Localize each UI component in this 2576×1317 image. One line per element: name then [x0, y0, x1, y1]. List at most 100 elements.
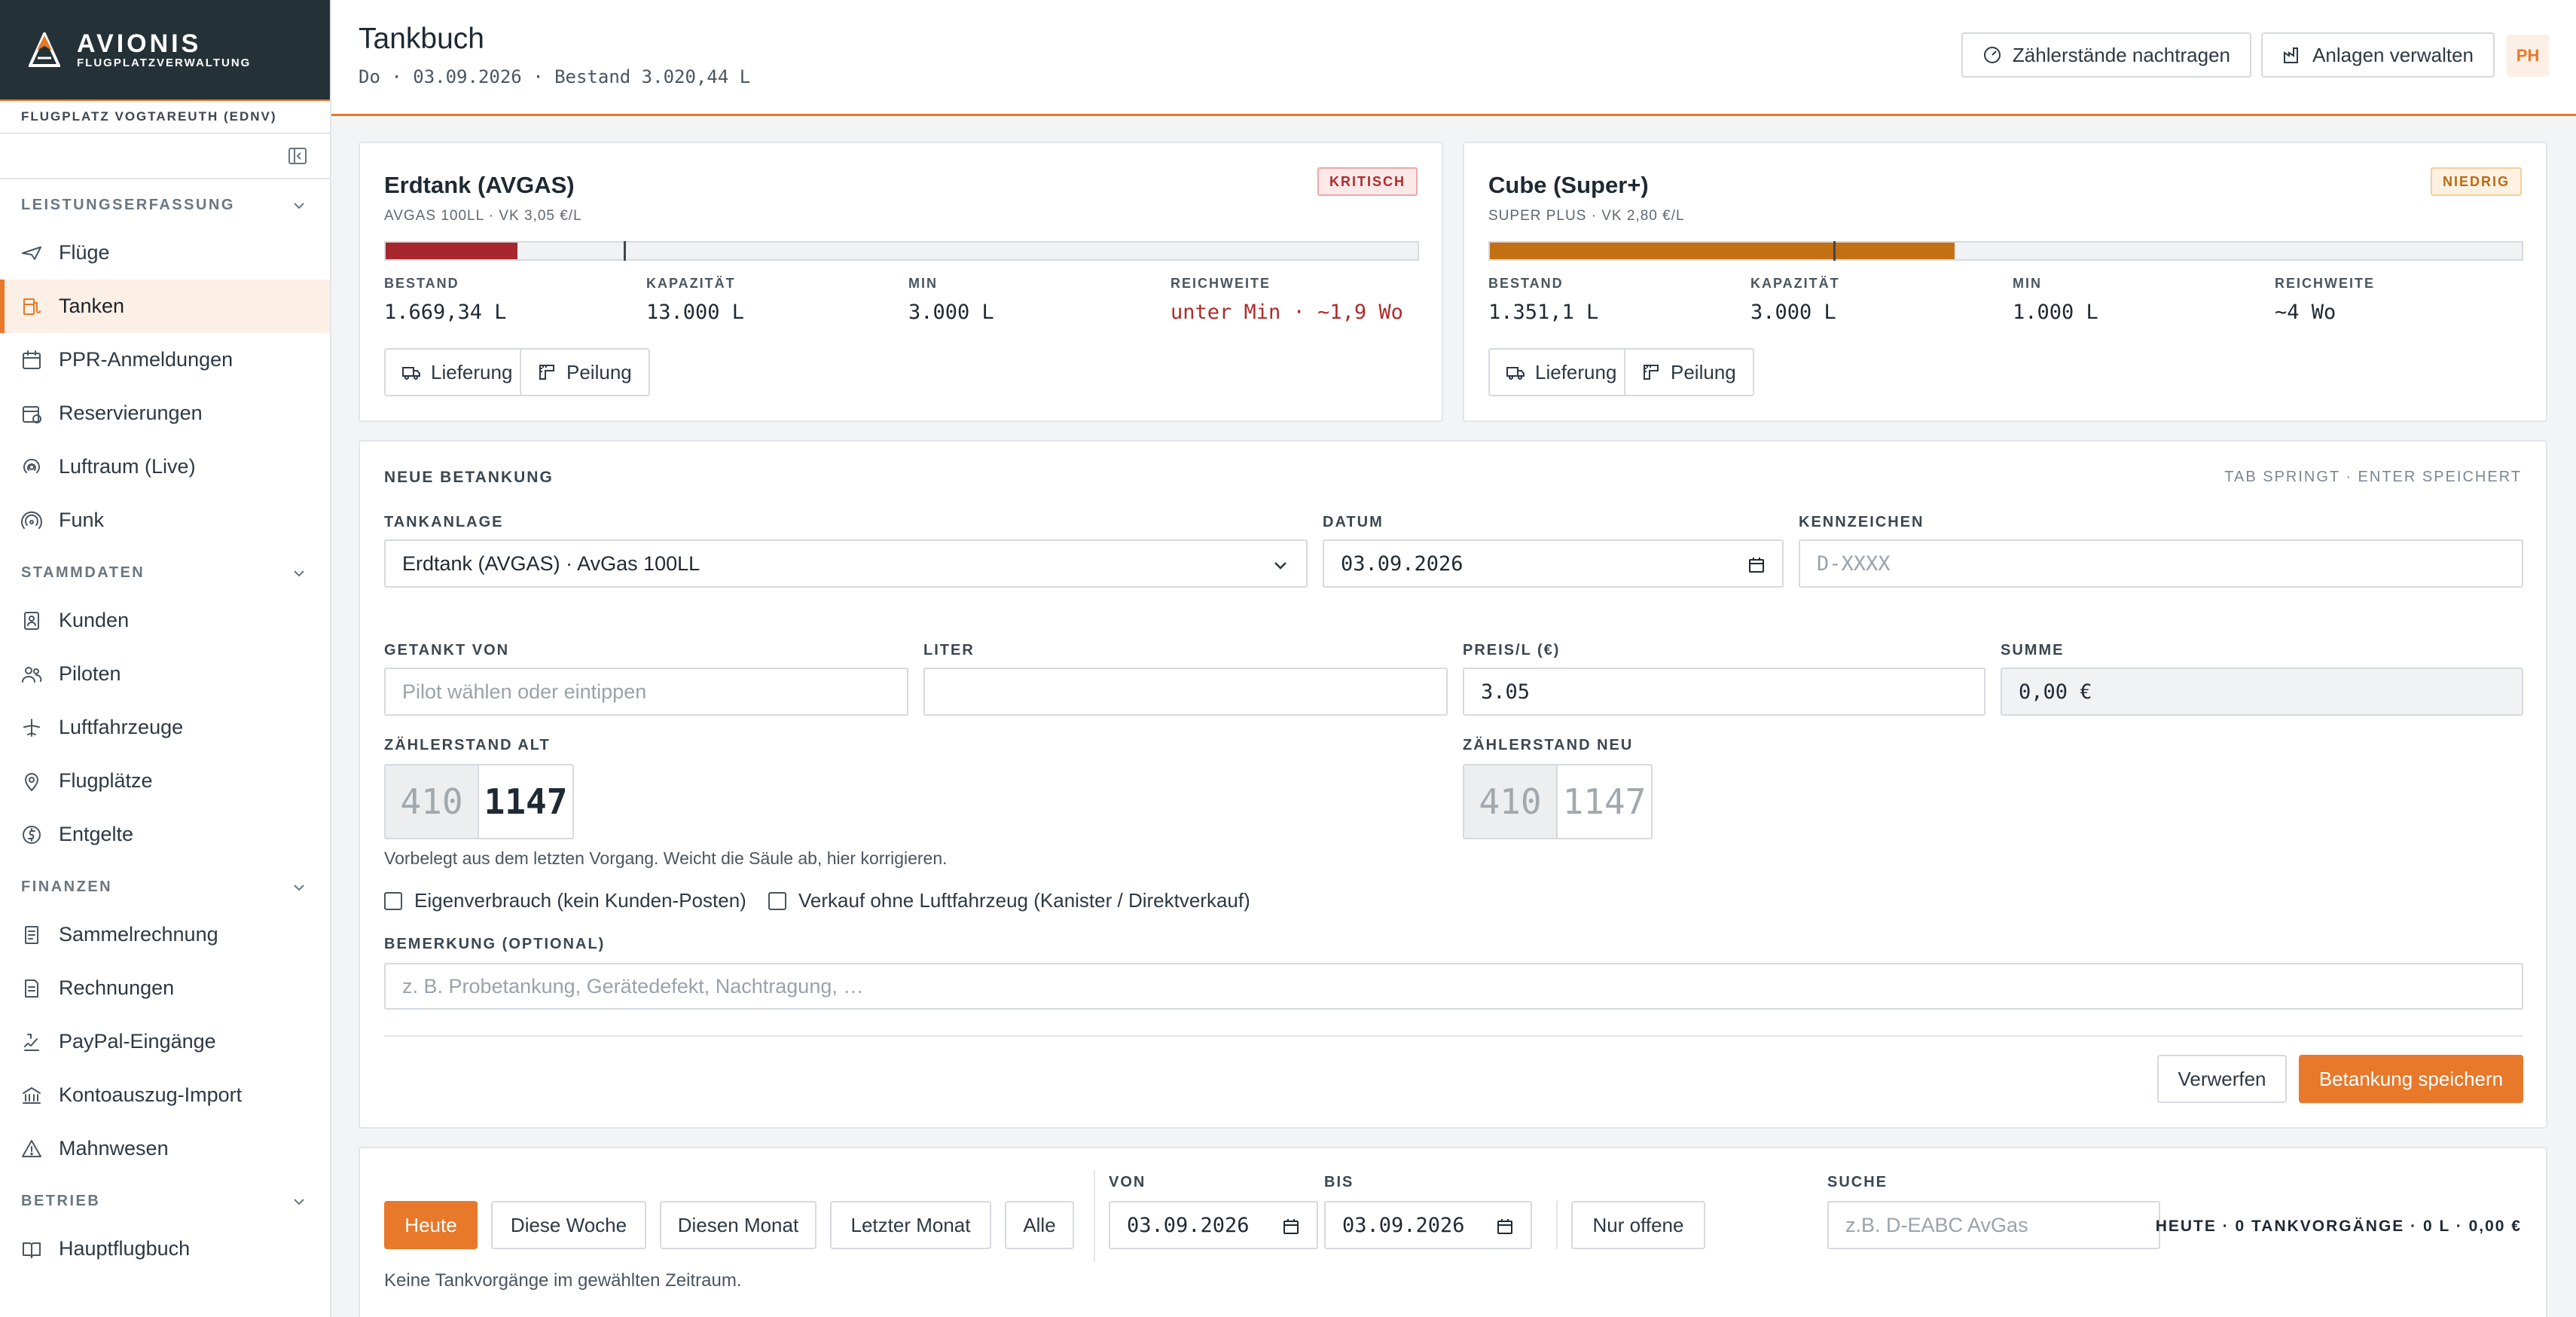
calendar-icon [23, 350, 41, 369]
sidebar-item-piloten[interactable]: Piloten [0, 647, 330, 701]
calendar-icon[interactable] [1496, 1218, 1514, 1236]
discard-button[interactable]: Verwerfen [2157, 1055, 2287, 1103]
sidebar-item-funk[interactable]: Funk [0, 493, 330, 547]
liters-input[interactable] [923, 668, 1448, 716]
tank-stat-value: ~4 Wo [2275, 301, 2336, 324]
sidebar-item-label: Luftraum (Live) [59, 455, 196, 478]
plant-select[interactable]: Erdtank (AVGAS) · AvGas 100LL [384, 539, 1308, 588]
sidebar-item-rechnungen[interactable]: Rechnungen [0, 961, 330, 1015]
to-date-input[interactable]: 03.09.2026 [1324, 1201, 1532, 1249]
section-betrieb[interactable]: BETRIEB [0, 1175, 330, 1222]
sidebar-item-tanken[interactable]: Tanken [0, 280, 330, 333]
from-date-value: 03.09.2026 [1127, 1213, 1250, 1237]
counter-old-label: ZÄHLERSTAND ALT [384, 737, 551, 753]
brand[interactable]: AVIONIS FLUGPLATZVERWALTUNG [0, 0, 330, 99]
sidebar-item-ppr-anmeldungen[interactable]: PPR-Anmeldungen [0, 333, 330, 387]
counter-old-prefix: 410 [386, 765, 479, 838]
brand-tagline: FLUGPLATZVERWALTUNG [77, 57, 252, 69]
counter-new-prefix: 410 [1464, 765, 1558, 838]
delivery-label: Lieferung [1535, 360, 1617, 383]
delivery-button[interactable]: Lieferung [1488, 348, 1635, 396]
manage-plants-label: Anlagen verwalten [2312, 43, 2474, 66]
sidebar-item-entgelte[interactable]: Entgelte [0, 808, 330, 861]
tank-meta: AVGAS 100LL · VK 3,05 €/L [384, 208, 582, 224]
sidebar-item-flugplatze[interactable]: Flugplätze [0, 754, 330, 808]
tank-stat-range: REICHWEITE ~4 Wo [2275, 276, 2375, 324]
sidebar-item-sammelrechnung[interactable]: Sammelrechnung [0, 908, 330, 961]
direct-sale-checkbox[interactable]: Verkauf ohne Luftfahrzeug (Kanister / Di… [768, 889, 1250, 912]
section-leistungserfassung[interactable]: LEISTUNGSERFASSUNG [0, 179, 330, 226]
radio-signal-icon [21, 511, 42, 529]
registration-input[interactable]: D-XXXX [1799, 539, 2523, 588]
status-badge: KRITISCH [1317, 167, 1418, 196]
date-input[interactable]: 03.09.2026 [1323, 539, 1784, 588]
sidebar-item-luftfahrzeuge[interactable]: Luftfahrzeuge [0, 701, 330, 754]
tank-stat-label: MIN [2013, 276, 2042, 291]
tank-level-bar [1488, 241, 2523, 261]
delivery-button[interactable]: Lieferung [384, 348, 531, 396]
preset-heute[interactable]: Heute [384, 1201, 478, 1249]
plant-select-value: Erdtank (AVGAS) · AvGas 100LL [402, 552, 700, 575]
manage-plants-button[interactable]: Anlagen verwalten [2261, 32, 2495, 78]
gauge-button[interactable]: Peilung [1624, 348, 1754, 396]
sidebar-item-hauptflugbuch[interactable]: Hauptflugbuch [0, 1222, 330, 1276]
tank-name: Cube (Super+) [1488, 172, 1649, 198]
search-input[interactable]: z.B. D-EABC AvGas [1827, 1201, 2160, 1249]
chevron-down-icon [1274, 562, 1286, 570]
pilot-input[interactable]: Pilot wählen oder eintippen [384, 668, 908, 716]
counter-old-input[interactable]: 410 1147 [384, 764, 574, 839]
gauge-button[interactable]: Peilung [520, 348, 650, 396]
sidebar-item-fluge[interactable]: Flüge [0, 226, 330, 280]
sidebar: AVIONIS FLUGPLATZVERWALTUNG FLUGPLATZ VO… [0, 0, 331, 1317]
direct-sale-box[interactable] [768, 891, 786, 910]
counter-new-input[interactable]: 410 1147 [1463, 764, 1653, 839]
sidebar-item-label: Rechnungen [59, 976, 175, 999]
sidebar-item-kontoauszug-import[interactable]: Kontoauszug-Import [0, 1068, 330, 1122]
own-consumption-checkbox[interactable]: Eigenverbrauch (kein Kunden-Posten) [384, 889, 746, 912]
save-refueling-button[interactable]: Betankung speichern [2299, 1055, 2523, 1103]
page-subtitle: Do · 03.09.2026 · Bestand 3.020,44 L [359, 66, 751, 87]
meter-readings-button[interactable]: Zählerstände nachtragen [1961, 32, 2251, 78]
tank-stat-label: REICHWEITE [1170, 276, 1271, 291]
airfield-selector[interactable]: FLUGPLATZ VOGTAREUTH (EDNV) [0, 99, 330, 134]
sidebar-item-mahnwesen[interactable]: Mahnwesen [0, 1122, 330, 1175]
sidebar-item-reservierungen[interactable]: Reservierungen [0, 387, 330, 440]
preset-diesen-monat[interactable]: Diesen Monat [660, 1201, 816, 1249]
sidebar-item-paypal-eingange[interactable]: PayPal-Eingänge [0, 1015, 330, 1068]
counter-new-value: 1147 [1562, 781, 1647, 822]
preset-diese-woche[interactable]: Diese Woche [491, 1201, 646, 1249]
plant-label: TANKANLAGE [384, 514, 504, 530]
tank-stat-value: 3.000 L [1750, 301, 1836, 324]
sidebar-item-label: Kontoauszug-Import [59, 1083, 243, 1106]
tank-stat-label: REICHWEITE [2275, 276, 2376, 291]
sidebar-item-label: Funk [59, 509, 105, 531]
preset-alle[interactable]: Alle [1005, 1201, 1074, 1249]
empty-state: Keine Tankvorgänge im gewählten Zeitraum… [384, 1270, 742, 1291]
avatar[interactable]: PH [2507, 35, 2549, 77]
to-label: BIS [1324, 1174, 1354, 1190]
price-label: PREIS/L (€) [1463, 642, 1561, 658]
calendar-icon[interactable] [1282, 1218, 1300, 1236]
fuel-pump-icon [23, 298, 41, 315]
sidebar-item-luftraum-live[interactable]: Luftraum (Live) [0, 440, 330, 493]
section-stammdaten[interactable]: STAMMDATEN [0, 547, 330, 594]
calendar-icon[interactable] [1747, 556, 1766, 574]
aircraft-icon [23, 718, 40, 737]
from-date-input[interactable]: 03.09.2026 [1109, 1201, 1318, 1249]
remark-input[interactable]: z. B. Probetankung, Gerätedefekt, Nachtr… [384, 963, 2523, 1010]
own-consumption-box[interactable] [384, 891, 402, 910]
price-input[interactable]: 3.05 [1463, 668, 1985, 716]
truck-icon [1506, 367, 1525, 380]
map-pin-icon [25, 772, 38, 791]
collapse-sidebar-icon[interactable] [288, 146, 307, 166]
counter-new-label: ZÄHLERSTAND NEU [1463, 737, 1634, 753]
open-only-button[interactable]: Nur offene [1571, 1201, 1705, 1249]
preset-letzter-monat[interactable]: Letzter Monat [830, 1201, 991, 1249]
sidebar-item-label: Flugplätze [59, 769, 153, 792]
section-finanzen[interactable]: FINANZEN [0, 861, 330, 908]
counter-hint: Vorbelegt aus dem letzten Vorgang. Weich… [384, 848, 948, 868]
sidebar-item-kunden[interactable]: Kunden [0, 594, 330, 647]
ruler-icon [539, 365, 554, 380]
sidebar-item-label: Kunden [59, 609, 130, 631]
refueling-list-panel: Heute Diese Woche Diesen Monat Letzter Mona… [359, 1147, 2547, 1317]
